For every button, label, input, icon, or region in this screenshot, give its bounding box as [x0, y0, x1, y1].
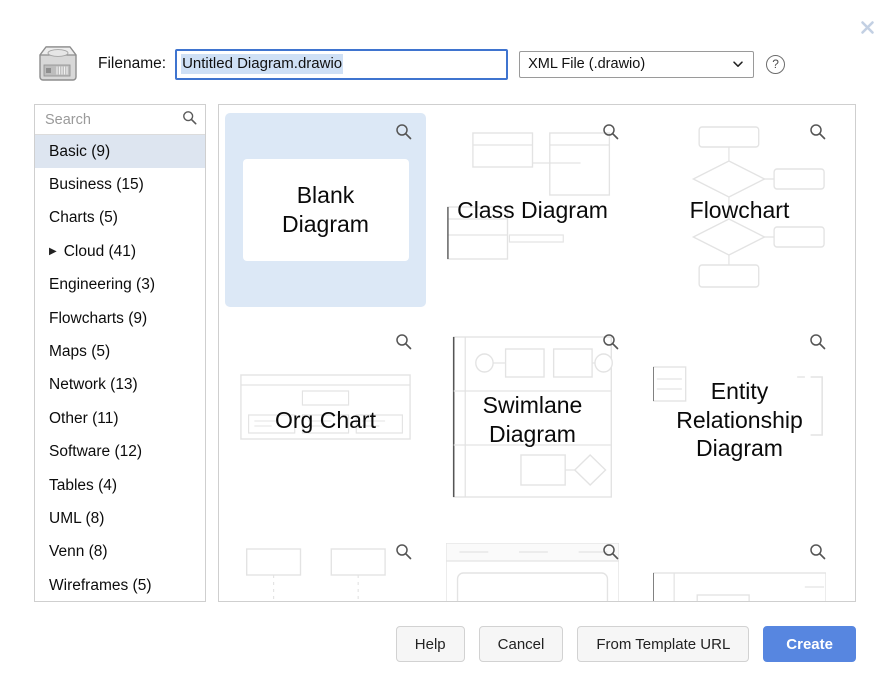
filename-bar: Filename: Untitled Diagram.drawio XML Fi…	[0, 36, 888, 92]
template-tile-label: Class Diagram	[457, 196, 608, 225]
template-tile[interactable]: Swimlane Diagram	[432, 323, 633, 517]
sidebar-item[interactable]: Tables (4)	[35, 469, 205, 502]
category-list: Basic (9) Business (15) Charts (5) ▶ Cloud (…	[35, 135, 205, 602]
sidebar-item[interactable]: Software (12)	[35, 436, 205, 469]
sidebar-item-label: Engineering (3)	[49, 276, 155, 294]
magnifier-icon[interactable]	[395, 333, 412, 350]
sidebar-item[interactable]: Basic (9)	[35, 135, 205, 168]
template-tile[interactable]: Entity Relationship Diagram	[639, 323, 840, 517]
sidebar-item[interactable]: Wireframes (5)	[35, 569, 205, 602]
search-input[interactable]: Search	[35, 105, 205, 135]
magnifier-icon[interactable]	[809, 333, 826, 350]
template-tile[interactable]: Org Chart	[225, 323, 426, 517]
template-tile[interactable]: Blank Diagram	[225, 113, 426, 307]
sidebar-item-label: Other (11)	[49, 410, 119, 428]
help-icon-label: ?	[772, 58, 779, 70]
template-panel: Blank Diagram Class Diagram Flowchart Org C…	[218, 104, 856, 602]
chevron-down-icon	[732, 58, 744, 70]
sidebar-item-label: Software (12)	[49, 443, 142, 461]
magnifier-icon[interactable]	[809, 123, 826, 140]
magnifier-icon[interactable]	[395, 123, 412, 140]
magnifier-icon[interactable]	[602, 333, 619, 350]
from-template-url-button[interactable]: From Template URL	[577, 626, 749, 662]
template-thumbnail	[239, 543, 412, 602]
filename-input[interactable]: Untitled Diagram.drawio	[175, 49, 508, 80]
magnifier-icon[interactable]	[602, 123, 619, 140]
sidebar-item[interactable]: Engineering (3)	[35, 269, 205, 302]
sidebar-item-label: Maps (5)	[49, 343, 110, 361]
template-tile-label: Flowchart	[690, 196, 790, 225]
sidebar-item[interactable]: Other (11)	[35, 402, 205, 435]
template-thumbnail	[446, 543, 619, 602]
sidebar-item-label: Business (15)	[49, 176, 144, 194]
template-tile[interactable]: Flowchart	[639, 113, 840, 307]
filename-input-value: Untitled Diagram.drawio	[181, 54, 343, 74]
sidebar-item[interactable]: Charts (5)	[35, 202, 205, 235]
sidebar-item-label: Wireframes (5)	[49, 577, 151, 595]
sidebar-item-label: Flowcharts (9)	[49, 310, 147, 328]
magnifier-icon[interactable]	[602, 543, 619, 560]
new-diagram-dialog: Filename: Untitled Diagram.drawio XML Fi…	[0, 0, 888, 686]
help-icon[interactable]: ?	[766, 55, 785, 74]
sidebar-item[interactable]: ▶ Cloud (41)	[35, 235, 205, 268]
dialog-footer: Help Cancel From Template URL Create	[0, 602, 888, 686]
template-tile[interactable]: Simple	[432, 533, 633, 602]
sidebar-item[interactable]: UML (8)	[35, 502, 205, 535]
template-tile[interactable]: Cross-	[639, 533, 840, 602]
sidebar-item[interactable]: Maps (5)	[35, 335, 205, 368]
sidebar-item-label: Basic (9)	[49, 143, 110, 161]
cancel-button[interactable]: Cancel	[479, 626, 564, 662]
template-tile[interactable]: Class Diagram	[432, 113, 633, 307]
template-tile[interactable]: Sequence	[225, 533, 426, 602]
filename-label: Filename:	[98, 55, 166, 73]
chevron-right-icon[interactable]: ▶	[49, 247, 57, 257]
sidebar-item[interactable]: Venn (8)	[35, 536, 205, 569]
help-button[interactable]: Help	[396, 626, 465, 662]
filetype-select-value: XML File (.drawio)	[528, 56, 645, 72]
sidebar-item-label: Cloud (41)	[64, 243, 136, 261]
template-tile-label: Blank Diagram	[243, 159, 409, 261]
template-tile-label: Org Chart	[275, 406, 376, 435]
sidebar-item-label: Charts (5)	[49, 209, 118, 227]
search-input-placeholder: Search	[45, 112, 182, 128]
sidebar-item-label: UML (8)	[49, 510, 104, 528]
sidebar-item[interactable]: Business (15)	[35, 168, 205, 201]
search-icon	[182, 110, 197, 130]
disk-icon	[34, 43, 80, 85]
sidebar-item-label: Venn (8)	[49, 543, 108, 561]
sidebar-item[interactable]: Flowcharts (9)	[35, 302, 205, 335]
filetype-select[interactable]: XML File (.drawio)	[519, 51, 754, 78]
template-grid: Blank Diagram Class Diagram Flowchart Org C…	[219, 105, 855, 602]
sidebar-item-label: Network (13)	[49, 376, 138, 394]
template-tile-label: Entity Relationship Diagram	[651, 377, 829, 463]
category-sidebar: Search Basic (9) Business (15) Charts (5) ▶…	[34, 104, 206, 602]
magnifier-icon[interactable]	[809, 543, 826, 560]
template-tile-label: Swimlane Diagram	[444, 391, 622, 449]
create-button[interactable]: Create	[763, 626, 856, 662]
sidebar-item-label: Tables (4)	[49, 477, 117, 495]
sidebar-item[interactable]: Network (13)	[35, 369, 205, 402]
template-thumbnail	[653, 543, 826, 602]
magnifier-icon[interactable]	[395, 543, 412, 560]
